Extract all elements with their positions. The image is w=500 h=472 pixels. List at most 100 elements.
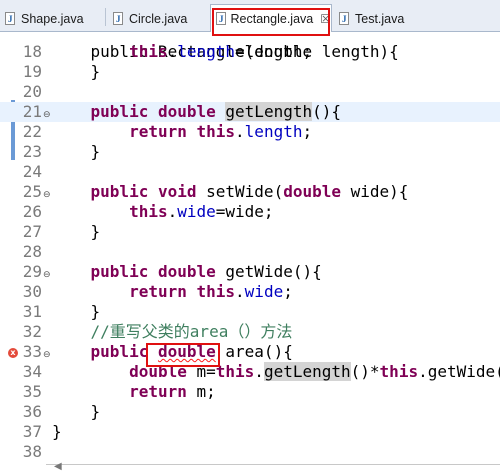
line-number: 24	[22, 162, 42, 181]
line-number: 26	[22, 202, 42, 221]
code-token: this	[129, 202, 168, 221]
code-line-partial: public Rectangle(double length){	[0, 22, 500, 61]
scroll-left-arrow-icon[interactable]: ◀	[54, 461, 62, 472]
code-line: 27 }	[0, 222, 500, 242]
code-line: 28	[0, 242, 500, 262]
code-editor[interactable]: public Rectangle(double length){ 18 this…	[0, 32, 500, 472]
code-line: 18 this.length=length;	[0, 42, 500, 62]
line-number: 23	[22, 142, 42, 161]
code-token: this	[215, 362, 255, 381]
code-line: 26 this.wide=wide;	[0, 202, 500, 222]
code-text: //重写父类的area（）方法	[52, 322, 293, 342]
line-number: 19	[22, 62, 42, 81]
line-number: 25	[22, 182, 42, 201]
line-number: 31	[22, 302, 42, 321]
code-line: 25 ⊖ public void setWide(double wide){	[0, 182, 500, 202]
code-text: public void setWide(double wide){	[52, 182, 409, 202]
code-token: getLength	[225, 102, 313, 121]
line-number: 38	[22, 442, 42, 461]
line-number: 22	[22, 122, 42, 141]
code-token: return	[129, 122, 187, 141]
annotation-box-double	[146, 343, 220, 367]
line-number: 35	[22, 382, 42, 401]
code-token: double	[157, 262, 216, 281]
code-token: this	[379, 362, 419, 381]
horizontal-scrollbar[interactable]	[46, 464, 500, 470]
code-line: 34 double m=this.getLength()*this.getWid…	[0, 362, 500, 382]
code-text: double m=this.getLength()*this.getWide()…	[52, 362, 500, 382]
error-marker-icon[interactable]: x	[8, 348, 18, 358]
code-line: 21 ⊖ public double getLength(){	[0, 102, 500, 122]
code-token: .	[254, 362, 264, 381]
line-number: 34	[22, 362, 42, 381]
code-token: return	[129, 382, 187, 401]
code-line: 29 ⊖ public double getWide(){	[0, 262, 500, 282]
code-token: .	[167, 202, 178, 221]
code-token: }	[52, 422, 62, 441]
code-token: wide	[244, 282, 284, 301]
code-token: ()*	[350, 362, 380, 381]
code-token: }	[52, 142, 101, 161]
code-token: getLength	[263, 362, 351, 381]
code-line: 30 return this.wide;	[0, 282, 500, 302]
code-token: this	[129, 42, 168, 61]
code-line: 22 return this.length;	[0, 122, 500, 142]
code-token: .getWide();	[418, 362, 500, 381]
code-token: void	[157, 182, 197, 201]
code-line: 37}	[0, 422, 500, 442]
code-token: double	[283, 182, 341, 201]
code-token: getWide(){	[215, 262, 322, 281]
code-token: wide){	[341, 182, 409, 201]
code-token: setWide(	[196, 182, 284, 201]
code-token: }	[52, 402, 101, 421]
code-text: }	[52, 222, 101, 242]
code-text: return m;	[52, 382, 216, 402]
code-text: this.length=length;	[52, 42, 312, 62]
code-line: 19 }	[0, 62, 500, 82]
code-token: public	[90, 102, 149, 121]
code-token: length	[244, 122, 303, 141]
code-line: 23 }	[0, 142, 500, 162]
code-token: public	[90, 262, 149, 281]
code-token: m;	[186, 382, 216, 401]
line-number: 30	[22, 282, 42, 301]
code-line: 38	[0, 442, 500, 462]
code-text: this.wide=wide;	[52, 202, 274, 222]
code-text: return this.length;	[52, 122, 312, 142]
line-number: 29	[22, 262, 42, 281]
line-number: 32	[22, 322, 42, 341]
code-token: }	[52, 222, 101, 241]
code-line: 31 }	[0, 302, 500, 322]
code-token: .	[235, 282, 245, 301]
code-line: 32 //重写父类的area（）方法	[0, 322, 500, 342]
line-number: 21	[22, 102, 42, 121]
code-text: public double getWide(){	[52, 262, 322, 282]
code-token: }	[52, 62, 101, 81]
code-token: .	[167, 42, 178, 61]
code-token: (){	[312, 102, 342, 121]
code-line: 35 return m;	[0, 382, 500, 402]
code-token: ;	[283, 282, 293, 301]
line-number: 37	[22, 422, 42, 441]
line-number: 27	[22, 222, 42, 241]
code-line: 20	[0, 82, 500, 102]
code-token: =length;	[235, 42, 313, 61]
code-text: }	[52, 422, 62, 442]
code-token: }	[52, 302, 101, 321]
code-text: }	[52, 302, 101, 322]
code-token: area(){	[215, 342, 293, 361]
